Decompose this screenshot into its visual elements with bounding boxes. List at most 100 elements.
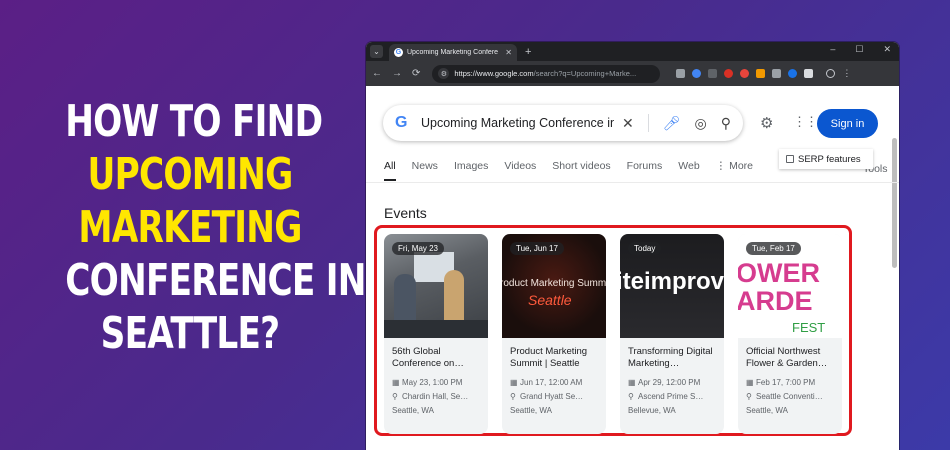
calendar-icon: ▦ [628,378,636,387]
event-card[interactable]: OWER ARDE FEST Tue, Feb 17 Official Nort… [738,234,842,434]
thumbnail-caption: roduct Marketing Summ [502,278,606,289]
event-venue: Grand Hyatt Se… [520,392,584,401]
puzzle-icon[interactable] [804,69,814,78]
extension-orange-icon[interactable] [756,69,766,78]
tab-images[interactable]: Images [454,160,488,181]
search-input[interactable]: Upcoming Marketing Conference in Sea [421,116,614,130]
thumbnail-caption-city: Seattle [528,292,572,308]
profile-icon[interactable] [826,69,836,78]
new-tab-icon[interactable]: + [525,46,531,58]
browser-window: ⌄ G Upcoming Marketing Confere ✕ + – ☐ ✕… [366,42,899,450]
headline-line-4: CONFERENCE IN [65,255,366,306]
events-carousel: Fri, May 23 56th Global Conference on… ▦… [384,234,842,434]
location-pin-icon: ⚲ [510,392,516,401]
tab-more[interactable]: ⋮ More [716,160,753,181]
address-bar-row: ← → ⟳ ⚙ https://www.google.com/search?q=… [366,61,899,86]
search-icon[interactable]: ⚲ [721,115,731,132]
event-date-badge: Tue, Feb 17 [746,242,801,255]
event-title: Transforming Digital Marketing… [628,346,713,369]
tab-videos[interactable]: Videos [504,160,536,181]
article-headline: HOW TO FIND UPCOMING MARKETING CONFERENC… [65,95,366,360]
address-bar[interactable]: ⚙ https://www.google.com/search?q=Upcomi… [432,64,661,83]
share-icon[interactable] [676,69,686,78]
serp-features-toggle[interactable]: SERP features [779,149,873,169]
headline-line-5: SEATTLE? [100,308,280,359]
serp-features-label: SERP features [798,153,861,165]
headline-line-3: MARKETING [78,202,302,253]
headline-line-2: UPCOMING [87,149,294,200]
google-logo-icon: G [395,114,408,131]
menu-kebab-icon[interactable]: ⋮ [842,68,851,79]
microphone-icon[interactable]: 🎤︎ [663,115,681,132]
event-title: Product Marketing Summit | Seattle [510,346,588,369]
thumbnail-caption: OWER [738,258,820,288]
calendar-icon: ▦ [392,378,400,387]
thumbnail-caption-2: ARDE [738,286,813,316]
calendar-icon: ▦ [746,378,754,387]
tab-close-icon[interactable]: ✕ [505,48,512,57]
event-venue: Seattle Conventi… [756,392,823,401]
back-arrow-icon[interactable]: ← [372,68,382,79]
search-box[interactable]: G Upcoming Marketing Conference in Sea ✕… [383,105,743,141]
forward-arrow-icon[interactable]: → [392,68,402,79]
site-info-icon[interactable]: ⚙ [438,68,450,79]
window-controls: – ☐ ✕ [830,44,891,55]
extension-blue-icon[interactable] [788,69,798,78]
event-venue: Ascend Prime S… [638,392,704,401]
event-title: 56th Global Conference on… [392,346,464,369]
event-card[interactable]: Fri, May 23 56th Global Conference on… ▦… [384,234,488,434]
event-card[interactable]: roduct Marketing Summ Seattle Tue, Jun 1… [502,234,606,434]
clear-icon[interactable]: ✕ [622,115,634,132]
reload-icon[interactable]: ⟳ [412,68,420,79]
close-window-icon[interactable]: ✕ [883,44,891,55]
translate-icon[interactable] [708,69,718,78]
sign-in-button[interactable]: Sign in [817,109,878,138]
event-city: Seattle, WA [746,406,788,415]
event-city: Seattle, WA [392,406,434,415]
event-venue: Chardin Hall, Se… [402,392,469,401]
thumbnail-caption-3: FEST [792,320,826,335]
event-datetime: May 23, 1:00 PM [402,378,463,387]
events-heading: Events [384,205,427,221]
event-datetime: Jun 17, 12:00 AM [520,378,583,387]
camera-icon[interactable] [772,69,782,78]
location-pin-icon: ⚲ [746,392,752,401]
minimize-icon[interactable]: – [830,44,835,55]
camera-lens-icon[interactable]: ◎ [695,115,707,132]
url-text: https://www.google.com/search?q=Upcoming… [454,69,637,78]
browser-tab[interactable]: G Upcoming Marketing Confere ✕ [389,44,517,61]
search-tabs: All News Images Videos Short videos Foru… [384,160,769,181]
extension-red-icon[interactable] [724,69,734,78]
search-box-actions: ✕ 🎤︎ ◎ ⚲ [622,114,731,132]
event-thumbnail: OWER ARDE FEST Tue, Feb 17 [738,234,842,338]
tab-short-videos[interactable]: Short videos [552,160,610,181]
event-city: Seattle, WA [510,406,552,415]
event-thumbnail: roduct Marketing Summ Seattle Tue, Jun 1… [502,234,606,338]
settings-gear-icon[interactable]: ⚙ [760,114,773,132]
tab-all[interactable]: All [384,160,396,181]
event-date-badge: Fri, May 23 [392,242,445,255]
thumbnail-caption: iteimprov [620,268,724,295]
tab-forums[interactable]: Forums [627,160,663,181]
event-date-badge: Today [628,242,662,255]
tab-news[interactable]: News [412,160,438,181]
extension-shield-icon[interactable] [740,69,750,78]
event-datetime: Feb 17, 7:00 PM [756,378,816,387]
maximize-icon[interactable]: ☐ [855,44,863,55]
location-pin-icon: ⚲ [392,392,398,401]
tab-search-dropdown-icon[interactable]: ⌄ [370,45,383,58]
lens-extension-icon[interactable] [692,69,702,78]
calendar-icon: ▦ [510,378,518,387]
event-date-badge: Tue, Jun 17 [510,242,564,255]
tab-web[interactable]: Web [678,160,699,181]
serp-features-checkbox[interactable] [786,155,794,163]
google-results-page: G Upcoming Marketing Conference in Sea ✕… [366,86,899,450]
event-city: Bellevue, WA [628,406,676,415]
event-title: Official Northwest Flower & Garden… [746,346,828,369]
extensions-toolbar: ⋮ [676,68,851,79]
google-favicon-icon: G [394,48,403,57]
page-scrollbar[interactable] [892,138,897,268]
location-pin-icon: ⚲ [628,392,634,401]
event-card[interactable]: iteimprov Today Transforming Digital Mar… [620,234,724,434]
event-thumbnail: Fri, May 23 [384,234,488,338]
